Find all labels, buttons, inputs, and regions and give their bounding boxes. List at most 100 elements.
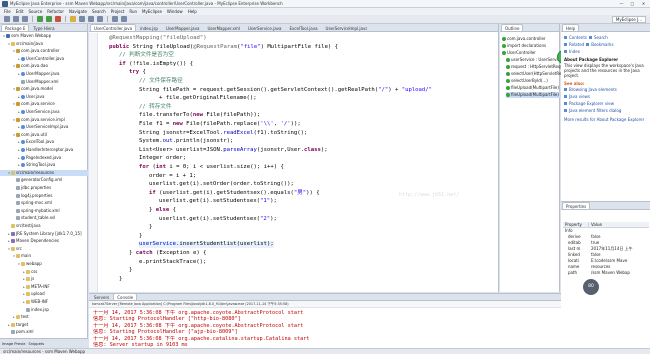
tree-item[interactable]: ▸ css bbox=[0, 269, 88, 275]
tree-item[interactable]: ▸ target bbox=[0, 322, 88, 328]
tree-item[interactable]: ▸ UserServiceImpl.java bbox=[0, 124, 88, 130]
maximize-button[interactable]: □ bbox=[628, 1, 637, 7]
property-column-header[interactable]: Property bbox=[563, 222, 589, 227]
code-line[interactable]: List<User> userlist=JSON.parseArray(json… bbox=[139, 147, 328, 154]
code-line[interactable]: file.transferTo(new File(filePath)); bbox=[139, 112, 260, 119]
editor-tab-exceltool-java[interactable]: ExcelTool.java bbox=[286, 24, 322, 31]
tab-console[interactable]: Console bbox=[113, 293, 138, 300]
editor-tab-usercontroller-java[interactable]: UserController.java bbox=[90, 24, 136, 31]
editor-tab-index-jsp[interactable]: index.jsp bbox=[136, 24, 162, 31]
tree-item[interactable]: ▸ WEB-INF bbox=[0, 299, 88, 305]
tree-item[interactable]: log4j.properties bbox=[0, 193, 88, 199]
tree-item[interactable]: src/test/java bbox=[0, 223, 88, 229]
tab-servers[interactable]: Servers bbox=[90, 293, 113, 300]
tree-item[interactable]: ▾ com.java.service.impl bbox=[0, 117, 88, 123]
search-icon[interactable] bbox=[97, 16, 103, 22]
code-line[interactable]: for (int i = 0; i < userlist.size(); i++… bbox=[139, 164, 284, 171]
code-line[interactable]: order = i + 1; bbox=[149, 173, 196, 180]
menu-help[interactable]: Help bbox=[188, 9, 197, 14]
run-icon[interactable] bbox=[46, 16, 52, 22]
code-line[interactable]: @RequestMapping("fileUpload") bbox=[109, 35, 207, 42]
menu-run[interactable]: Run bbox=[129, 9, 137, 14]
tree-item[interactable]: ▸ UserService.java bbox=[0, 109, 88, 115]
tree-item[interactable]: ▾ com.java.util bbox=[0, 132, 88, 138]
editor-tab-userservice-java[interactable]: UserService.java bbox=[244, 24, 286, 31]
tree-item[interactable]: ▸ HandlerInterceptor.java bbox=[0, 147, 88, 153]
tab-help[interactable]: Help bbox=[562, 24, 580, 31]
tree-item[interactable]: ▸ UserController.java bbox=[0, 56, 88, 62]
outline-item[interactable]: request : HttpServletRequest bbox=[506, 64, 563, 70]
minimize-button[interactable]: — bbox=[617, 1, 626, 7]
tree-item[interactable]: ▸ UserMapper.java bbox=[0, 71, 88, 77]
tab-image-preview[interactable]: Image Previe bbox=[2, 342, 25, 346]
tree-item[interactable]: ▾ com.java.dao bbox=[0, 63, 88, 69]
code-line[interactable]: String filePath = request.getSession().g… bbox=[139, 87, 432, 94]
code-line[interactable]: String jsonstr=ExcelTool.readExcel(f1).t… bbox=[139, 130, 307, 137]
code-line[interactable]: System.out.println(jsonstr); bbox=[139, 138, 233, 145]
outline-item[interactable]: fileUpload(MultipartFile) bbox=[506, 85, 563, 91]
tab-snippets[interactable]: Snippets bbox=[28, 342, 44, 346]
menu-window[interactable]: Window bbox=[167, 9, 183, 14]
code-area[interactable]: http://www.jb51.net/ @RequestMapping("fi… bbox=[89, 33, 499, 292]
help-link-browsing-java-elements[interactable]: Browsing Java elements bbox=[569, 87, 617, 92]
tab-outline[interactable]: Outline bbox=[501, 24, 524, 31]
tree-item[interactable]: index.jsp bbox=[0, 307, 88, 313]
code-line[interactable]: if (userlist.get(i).getStudentsex().equa… bbox=[149, 190, 320, 197]
outline-item[interactable]: com.java.controller bbox=[502, 36, 559, 42]
tree-item[interactable]: student_table.xsl bbox=[0, 215, 88, 221]
code-line[interactable]: if (!file.isEmpty()) { bbox=[119, 61, 193, 68]
editor-tab-usermapper-xml[interactable]: UserMapper.xml bbox=[203, 24, 243, 31]
code-line[interactable]: // 转存文件 bbox=[139, 104, 171, 111]
tree-item[interactable]: ▸ Maven Dependencies bbox=[0, 238, 88, 244]
menu-myeclipse[interactable]: MyEclipse bbox=[142, 9, 162, 14]
code-line[interactable]: } bbox=[139, 233, 142, 240]
code-line[interactable]: // 判断文件是否为空 bbox=[119, 52, 174, 59]
perspective-switcher[interactable]: MyEclipse J... bbox=[611, 16, 646, 23]
value-column-header[interactable]: Value bbox=[589, 222, 602, 227]
debug-icon[interactable] bbox=[37, 16, 43, 22]
menu-source[interactable]: Source bbox=[28, 9, 42, 14]
tree-item[interactable]: ▾ com.java.model bbox=[0, 86, 88, 92]
code-line[interactable]: } bbox=[149, 224, 152, 231]
tree-item[interactable]: ▾ main bbox=[0, 253, 88, 259]
help-link-package-explorer-view[interactable]: Package Explorer view bbox=[569, 101, 614, 106]
forward-icon[interactable] bbox=[121, 16, 127, 22]
help-link-java-views[interactable]: Java views bbox=[569, 94, 590, 99]
outline-item[interactable]: userService : UserService bbox=[506, 57, 563, 63]
new-icon[interactable] bbox=[4, 16, 10, 22]
code-line[interactable]: userlist.get(i).setOrder(order.toString(… bbox=[149, 181, 294, 188]
editor-tab-userserviceimpl-java[interactable]: UserServiceImpl.java bbox=[322, 24, 368, 31]
menu-refactor[interactable]: Refactor bbox=[47, 9, 64, 14]
help-index-link[interactable]: Index bbox=[569, 49, 580, 54]
help-bookmarks-link[interactable]: Bookmarks bbox=[591, 42, 613, 47]
help-contents-link[interactable]: Contents bbox=[569, 35, 587, 40]
tree-item[interactable]: ▾ com.java.service bbox=[0, 101, 88, 107]
tree-item[interactable]: ▾ com.java.controller bbox=[0, 48, 88, 54]
tree-item[interactable]: pom.xml bbox=[0, 329, 88, 335]
tree-item[interactable]: ▸ ExcelTool.java bbox=[0, 139, 88, 145]
tree-item[interactable]: ▾ ssm Maven Webapp bbox=[0, 33, 88, 39]
outline-item[interactable]: UserController bbox=[502, 50, 559, 56]
code-line[interactable]: } catch (Exception e) { bbox=[129, 250, 207, 257]
outline-item[interactable]: selectUserById(...) bbox=[506, 78, 563, 84]
tree-item[interactable]: ▸ upload bbox=[0, 291, 88, 297]
code-line[interactable]: try { bbox=[129, 69, 146, 76]
stop-icon[interactable] bbox=[55, 16, 61, 22]
tree-item[interactable]: generatorConfig.xml bbox=[0, 177, 88, 183]
code-line[interactable]: Integer order; bbox=[139, 155, 186, 162]
save-icon[interactable] bbox=[13, 16, 19, 22]
menu-edit[interactable]: Edit bbox=[16, 9, 24, 14]
code-line[interactable]: public String fileUpload(@RequestParam("… bbox=[109, 44, 338, 51]
code-line[interactable]: // 文件保存路径 bbox=[139, 78, 183, 85]
tree-item[interactable]: ▸ User.java bbox=[0, 94, 88, 100]
new-class-icon[interactable] bbox=[79, 16, 85, 22]
outline-item[interactable]: selectUser(HttpServletRequest, Model) bbox=[506, 71, 563, 77]
tree-item[interactable]: ▾ src bbox=[0, 246, 88, 252]
code-line[interactable]: } bbox=[119, 276, 122, 283]
help-link-java-element-filters-dialog[interactable]: Java element filters dialog bbox=[569, 108, 621, 113]
open-type-icon[interactable] bbox=[88, 16, 94, 22]
tree-item[interactable]: spring-mybatis.xml bbox=[0, 208, 88, 214]
help-related-link[interactable]: Related bbox=[569, 42, 584, 47]
menu-navigate[interactable]: Navigate bbox=[69, 9, 87, 14]
tree-item[interactable]: jdbc.properties bbox=[0, 185, 88, 191]
